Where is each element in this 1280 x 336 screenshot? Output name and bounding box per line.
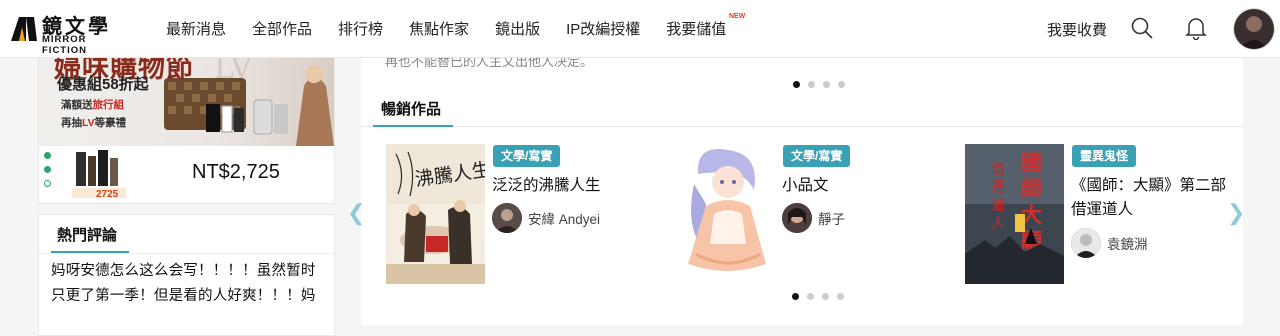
ad-dot[interactable]: [44, 152, 51, 159]
hot-comments-title: 熱門評論: [57, 227, 118, 244]
book-cover-image: [676, 144, 775, 284]
ad-dot[interactable]: [44, 180, 51, 187]
carousel-dot-active[interactable]: [793, 81, 800, 88]
svg-text:道: 道: [991, 198, 1005, 214]
nav-publishing[interactable]: 鏡出版: [495, 18, 540, 39]
svg-text:2725: 2725: [96, 189, 119, 198]
book-author[interactable]: 袁鏡淵: [1071, 228, 1148, 258]
svg-text:運: 運: [991, 180, 1005, 196]
main-panel: 再也不能替已的人主文出他人决定。 暢銷作品 ❮ ❯ 沸騰人生 文學/寫實 泛泛的…: [347, 54, 1245, 325]
carousel-dot[interactable]: [823, 81, 830, 88]
product-price: NT$2,725: [192, 161, 280, 183]
author-avatar: [1071, 228, 1101, 258]
nav-featured-authors[interactable]: 焦點作家: [409, 18, 469, 39]
book-cover[interactable]: 國 師 大 顯 借 運 道 人: [965, 144, 1064, 284]
main-nav: 最新消息 全部作品 排行榜 焦點作家 鏡出版 IP改編授權 我要儲值 NEW: [166, 0, 752, 57]
book-card[interactable]: 沸騰人生 文學/寫實 泛泛的沸騰人生 安緯 Andyei: [386, 144, 686, 284]
bestsellers-carousel-dots: [792, 293, 852, 300]
ad-gift-line: 滿額送旅行組: [61, 99, 124, 111]
search-icon[interactable]: [1130, 16, 1154, 40]
user-avatar-image: [1234, 9, 1274, 49]
logo-subtext: MIRROR FICTION: [42, 34, 87, 56]
book-cover[interactable]: [676, 144, 775, 284]
book-title[interactable]: 泛泛的沸騰人生: [492, 174, 647, 198]
book-cover[interactable]: 沸騰人生: [386, 144, 485, 284]
top-header: 鏡文學 MIRROR FICTION 最新消息 全部作品 排行榜 焦點作家 鏡出…: [0, 0, 1280, 58]
carousel-dot[interactable]: [838, 81, 845, 88]
svg-text:師: 師: [1021, 176, 1042, 201]
author-avatar: [492, 203, 522, 233]
author-name: 安緯 Andyei: [528, 212, 601, 227]
nav-rankings[interactable]: 排行榜: [338, 18, 383, 39]
svg-text:國: 國: [1021, 150, 1042, 175]
carousel-dot[interactable]: [837, 293, 844, 300]
pay-link[interactable]: 我要收費: [1047, 19, 1107, 40]
ad-subtitle: 優惠組58折起: [57, 76, 149, 93]
carousel-dot[interactable]: [822, 293, 829, 300]
nav-top-up[interactable]: 我要儲值 NEW: [666, 13, 745, 39]
comment-text[interactable]: 妈呀安德怎么这么会写！！！！虽然暂时只更了第一季！但是看的人好爽！！！妈: [51, 259, 326, 309]
ad-prize-line: 再抽LV等豪禮: [61, 117, 127, 129]
ad-banner[interactable]: LV 婦味購物節 優惠組58折起 滿額送旅行組 再抽LV等豪禮: [39, 58, 334, 146]
nav-all-works[interactable]: 全部作品: [252, 18, 312, 39]
ad-card[interactable]: LV 婦味購物節 優惠組58折起 滿額送旅行組 再抽LV等豪禮 2725 NT$…: [38, 57, 335, 204]
genre-tag[interactable]: 文學/寫實: [493, 145, 561, 167]
carousel-dot-active[interactable]: [792, 293, 799, 300]
book-title[interactable]: 小品文: [782, 174, 937, 198]
new-badge: NEW: [728, 13, 746, 20]
carousel-dot[interactable]: [807, 293, 814, 300]
bestsellers-title: 暢銷作品: [381, 101, 442, 118]
author-avatar: [782, 203, 812, 233]
author-name: 袁鏡淵: [1107, 237, 1148, 252]
nav-ip-licensing[interactable]: IP改編授權: [566, 18, 640, 39]
author-name: 靜子: [818, 212, 845, 227]
bestsellers-divider: [361, 126, 1243, 127]
top-carousel-dots: [793, 81, 853, 88]
carousel-dot[interactable]: [808, 81, 815, 88]
product-thumbnail-image: 2725: [72, 150, 126, 198]
book-author[interactable]: 安緯 Andyei: [492, 203, 600, 233]
book-title[interactable]: 《國師：大顯》第二部 借運道人: [1071, 174, 1226, 222]
logo[interactable]: 鏡文學 MIRROR FICTION: [9, 10, 134, 56]
bestsellers-underline: [373, 125, 453, 127]
genre-tag[interactable]: 文學/寫實: [783, 145, 851, 167]
book-cover-image: 國 師 大 顯 借 運 道 人: [965, 144, 1064, 284]
nav-top-up-label: 我要儲值: [666, 21, 727, 38]
book-cover-image: 沸騰人生: [386, 144, 485, 284]
hot-comments-card: 熱門評論 妈呀安德怎么这么会写！！！！虽然暂时只更了第一季！但是看的人好爽！！！…: [38, 214, 335, 336]
hot-comments-divider: [39, 253, 334, 254]
user-avatar[interactable]: [1233, 8, 1275, 50]
nav-latest-news[interactable]: 最新消息: [166, 18, 226, 39]
product-thumbnail[interactable]: 2725: [72, 148, 126, 198]
logo-mark-icon: [11, 17, 37, 41]
book-card[interactable]: 文學/寫實 小品文 靜子: [676, 144, 976, 284]
book-card[interactable]: 國 師 大 顯 借 運 道 人 靈異鬼怪 《國師：大顯》第二部 借運道人 袁鏡淵: [965, 144, 1265, 284]
book-author[interactable]: 靜子: [782, 203, 845, 233]
ad-carousel-dots: [44, 152, 51, 194]
hot-comments-underline: [51, 251, 129, 253]
genre-tag[interactable]: 靈異鬼怪: [1072, 145, 1137, 167]
svg-text:借: 借: [991, 162, 1005, 178]
bell-icon[interactable]: [1185, 16, 1207, 40]
ad-dot[interactable]: [44, 166, 51, 173]
svg-text:人: 人: [991, 216, 1005, 232]
prev-arrow-icon[interactable]: ❮: [347, 200, 365, 226]
